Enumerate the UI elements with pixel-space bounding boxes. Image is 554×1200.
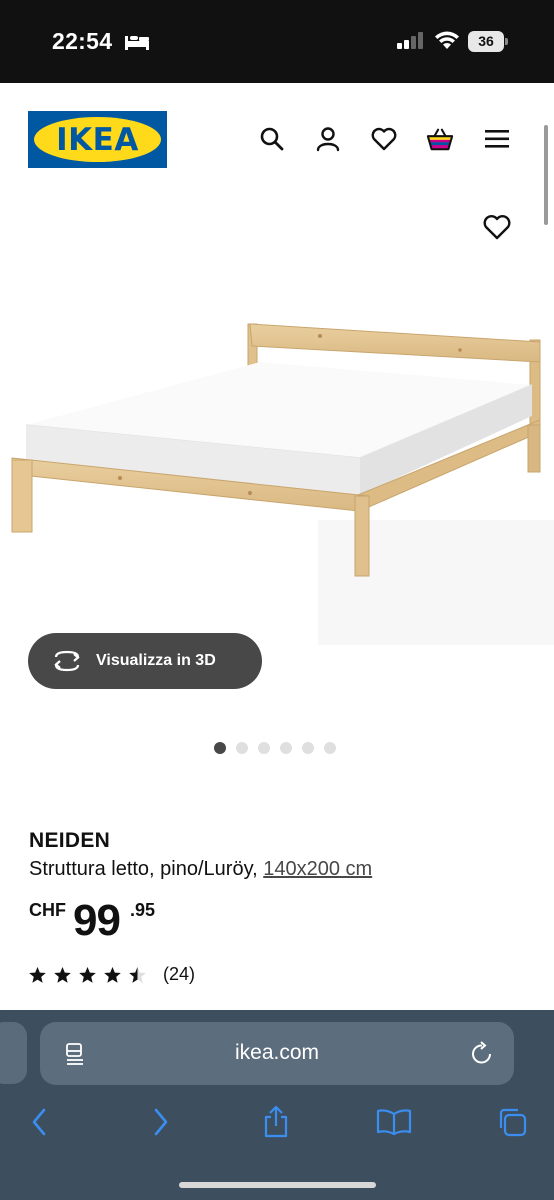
product-image[interactable] [0, 290, 554, 650]
bookmarks-icon[interactable] [376, 1104, 412, 1140]
view-in-3d-label: Visualizza in 3D [96, 652, 216, 669]
rating-count: (24) [163, 964, 196, 984]
product-name: NEIDEN [29, 829, 111, 852]
star-icon [79, 966, 96, 983]
forward-icon[interactable] [142, 1104, 178, 1140]
heart-icon[interactable] [370, 125, 398, 153]
browser-toolbar: ikea.com [0, 1010, 554, 1200]
home-indicator[interactable] [179, 1182, 376, 1188]
url-text: ikea.com [234, 1041, 320, 1064]
back-icon[interactable] [22, 1104, 58, 1140]
product-description: Struttura letto, pino/Luröy, 140x200 cm [29, 858, 372, 881]
tabs-icon[interactable] [494, 1104, 530, 1140]
star-icon [29, 966, 46, 983]
price-decimal: .95 [130, 900, 156, 920]
product-size-link[interactable]: 140x200 cm [263, 858, 372, 880]
status-time: 22:54 [52, 28, 113, 54]
view-in-3d-button[interactable]: Visualizza in 3D [28, 633, 262, 689]
star-icon [104, 966, 121, 983]
address-bar[interactable]: ikea.com [40, 1022, 514, 1085]
carousel-dot[interactable] [302, 742, 314, 754]
carousel-dot[interactable] [214, 742, 226, 754]
add-to-favourites-icon[interactable] [482, 213, 514, 245]
product-type: Struttura letto, pino/Luröy, [29, 858, 264, 880]
reload-icon[interactable] [470, 1041, 494, 1072]
menu-icon[interactable] [483, 125, 511, 153]
search-icon[interactable] [258, 125, 286, 153]
star-icon [129, 966, 146, 983]
share-icon[interactable] [258, 1104, 294, 1140]
logo-text: IKEA [56, 121, 139, 158]
previous-tab-preview[interactable] [0, 1022, 27, 1084]
price-currency: CHF [29, 900, 66, 920]
carousel-dot[interactable] [324, 742, 336, 754]
star-icon [54, 966, 71, 983]
battery-level: 36 [468, 31, 504, 52]
price-integer: 99 [73, 896, 121, 945]
account-icon[interactable] [314, 125, 342, 153]
status-bar: 22:54 36 [0, 0, 554, 83]
site-header: IKEA [0, 83, 554, 193]
page-scrollbar[interactable] [544, 125, 548, 225]
wifi-icon [434, 30, 460, 55]
carousel-dot[interactable] [280, 742, 292, 754]
rating-stars [28, 966, 147, 984]
ikea-logo[interactable]: IKEA [28, 111, 167, 168]
image-carousel-dots[interactable] [214, 742, 336, 754]
cellular-signal-icon [396, 32, 424, 55]
basket-icon[interactable] [426, 125, 454, 153]
carousel-dot[interactable] [258, 742, 270, 754]
product-rating[interactable]: (24) [28, 964, 195, 985]
carousel-dot[interactable] [236, 742, 248, 754]
battery-icon: 36 [468, 31, 508, 52]
rotate-3d-icon [52, 649, 82, 678]
sleep-mode-icon [124, 32, 150, 57]
